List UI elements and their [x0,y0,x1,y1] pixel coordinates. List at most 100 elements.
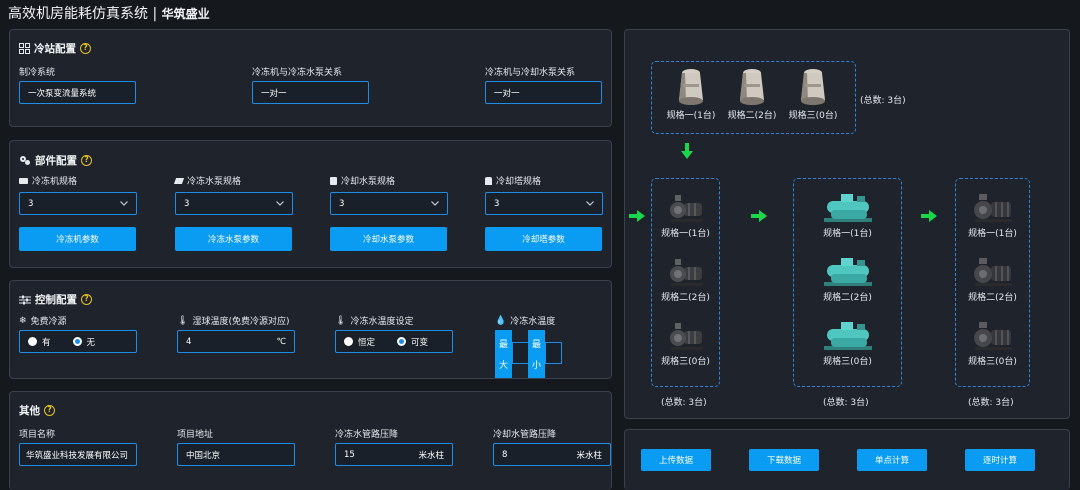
chw-temp-setting-label: 🌡 冷冻水温度设定 [335,315,414,328]
cooling-tower-total: (总数: 3台) [860,96,906,106]
free-cooling-label: ❄ 免费冷源 [19,315,67,328]
chw-temp-min-button[interactable]: 最小 [528,330,545,378]
station-config-title: 冷站配置 ? [19,41,91,56]
cooling-tower-icon [679,69,703,105]
pump-icon [973,258,1012,286]
pump-item: 规格三(0台) [652,319,719,367]
free-cooling-radio-group: 有 无 [19,330,137,353]
chiller-icon [823,258,872,286]
cw-pump-spec-label: 冷却水泵规格 [330,174,395,187]
snowflake-icon: ❄ [19,315,27,326]
chevron-down-icon [431,201,439,206]
tower-params-button[interactable]: 冷却塔参数 [485,227,602,251]
project-name-input[interactable]: 华筑盛业科技发展有限公司 [19,443,137,466]
chevron-down-icon [276,201,284,206]
pump-item: 规格二(2台) [652,255,719,303]
chw-temp-max-button[interactable]: 最大 [495,330,512,378]
chevron-down-icon [586,201,594,206]
sliders-icon [19,295,31,304]
chiller-item: 规格三(0台) [811,319,884,367]
cw-pipe-pressure-drop-label: 冷却水管路压降 [493,430,557,440]
single-point-calc-button[interactable]: 单点计算 [857,449,927,471]
chw-temp-max-input[interactable] [512,342,529,364]
free-cooling-yes-radio[interactable]: 有 [28,336,51,348]
arrow-right-icon [629,210,645,222]
chiller-item: 规格一(1台) [811,191,884,239]
system-diagram-panel: 规格一(1台) 规格二(2台) 规格三(0台) (总数: 3台) 规格一(1台)… [624,29,1070,419]
chw-temp-constant-radio[interactable]: 恒定 [344,336,375,348]
help-icon[interactable]: ? [81,155,92,166]
chw-pipe-pressure-drop-input[interactable]: 15 米水柱 [335,443,453,466]
chw-pump-params-button[interactable]: 冷冻水泵参数 [175,227,292,251]
chw-pump-spec-select[interactable]: 3 [175,192,293,215]
pump-item: 规格三(0台) [956,319,1029,367]
chiller-spec-label: 冷冻机规格 [19,174,77,187]
pump-item: 规格一(1台) [652,191,719,239]
chiller-icon [19,177,28,184]
chiller-chw-pump-relation-label: 冷冻机与冷冻水泵关系 [252,68,343,78]
refrigeration-system-label: 制冷系统 [19,68,56,78]
pump-icon [973,194,1012,222]
pump-icon [669,323,702,350]
project-address-input[interactable]: 中国北京 [177,443,295,466]
cw-pump-spec-select[interactable]: 3 [330,192,448,215]
chevron-down-icon [120,201,128,206]
app-title: 高效机房能耗仿真系统 [8,6,148,22]
pump-item: 规格一(1台) [956,191,1029,239]
project-name-label: 项目名称 [19,430,56,440]
chw-temp-min-input[interactable] [545,342,562,364]
tower-spec-label: 冷却塔规格 [485,174,541,187]
cooling-tower-icon [740,69,764,105]
refrigeration-system-field[interactable]: 一次泵变流量系统 [19,81,136,104]
pump-icon [173,177,185,184]
thermometer-icon: 🌡 [335,315,347,326]
project-address-label: 项目地址 [177,430,214,440]
chiller-spec-select[interactable]: 3 [19,192,137,215]
pump-group-1-total: (总数: 3台) [661,398,707,408]
chiller-group-total: (总数: 3台) [823,398,869,408]
other-config-panel: 其他 ? 项目名称 华筑盛业科技发展有限公司 项目地址 中国北京 冷冻水管路压降… [9,391,612,490]
arrow-right-icon [751,210,767,222]
pump-icon [669,195,702,222]
help-icon[interactable]: ? [81,294,92,305]
pump-group-2-total: (总数: 3台) [968,398,1014,408]
grid-icon [19,43,30,54]
pump-icon [330,176,337,185]
pump-icon [973,322,1012,350]
parts-config-panel: 部件配置 ? 冷冻机规格 3 冷冻机参数 冷冻水泵规格 3 冷冻水泵参数 冷却水… [9,140,612,268]
download-data-button[interactable]: 下载数据 [749,449,819,471]
chw-temp-setting-radio-group: 恒定 可变 [335,330,453,353]
chiller-cw-pump-relation-field[interactable]: 一对一 [485,81,602,104]
tower-icon [485,176,492,185]
chiller-params-button[interactable]: 冷冻机参数 [19,227,136,251]
actions-panel: 上传数据 下载数据 单点计算 逐时计算 [624,429,1070,490]
pump-item: 规格二(2台) [956,255,1029,303]
pump-icon [669,259,702,286]
arrow-right-icon [921,210,937,222]
help-icon[interactable]: ? [44,405,55,416]
chiller-icon [823,194,872,222]
tower-spec-select[interactable]: 3 [485,192,603,215]
chiller-item: 规格二(2台) [811,255,884,303]
free-cooling-no-radio[interactable]: 无 [72,336,95,348]
drop-icon: 💧 [495,315,507,326]
arrow-down-icon [681,143,693,159]
other-config-title: 其他 ? [19,403,55,418]
chiller-chw-pump-relation-field[interactable]: 一对一 [252,81,369,104]
app-header: 高效机房能耗仿真系统 | 华筑盛业 [8,6,210,22]
cw-pipe-pressure-drop-input[interactable]: 8 米水柱 [493,443,611,466]
cw-pump-params-button[interactable]: 冷却水泵参数 [330,227,447,251]
help-icon[interactable]: ? [80,43,91,54]
hourly-calc-button[interactable]: 逐时计算 [965,449,1035,471]
cooling-tower-item: 规格三(0台) [787,67,839,121]
cooling-tower-icon [801,69,825,105]
station-config-panel: 冷站配置 ? 制冷系统 一次泵变流量系统 冷冻机与冷冻水泵关系 一对一 冷冻机与… [9,29,612,127]
cooling-tower-item: 规格二(2台) [726,67,778,121]
control-config-title: 控制配置 ? [19,292,92,307]
app-brand: 华筑盛业 [161,7,210,21]
chw-pipe-pressure-drop-label: 冷冻水管路压降 [335,430,399,440]
chw-temp-variable-radio[interactable]: 可变 [397,336,428,348]
wetbulb-temp-input[interactable]: 4 ℃ [177,330,295,353]
upload-data-button[interactable]: 上传数据 [641,449,711,471]
cooling-tower-item: 规格一(1台) [665,67,717,121]
